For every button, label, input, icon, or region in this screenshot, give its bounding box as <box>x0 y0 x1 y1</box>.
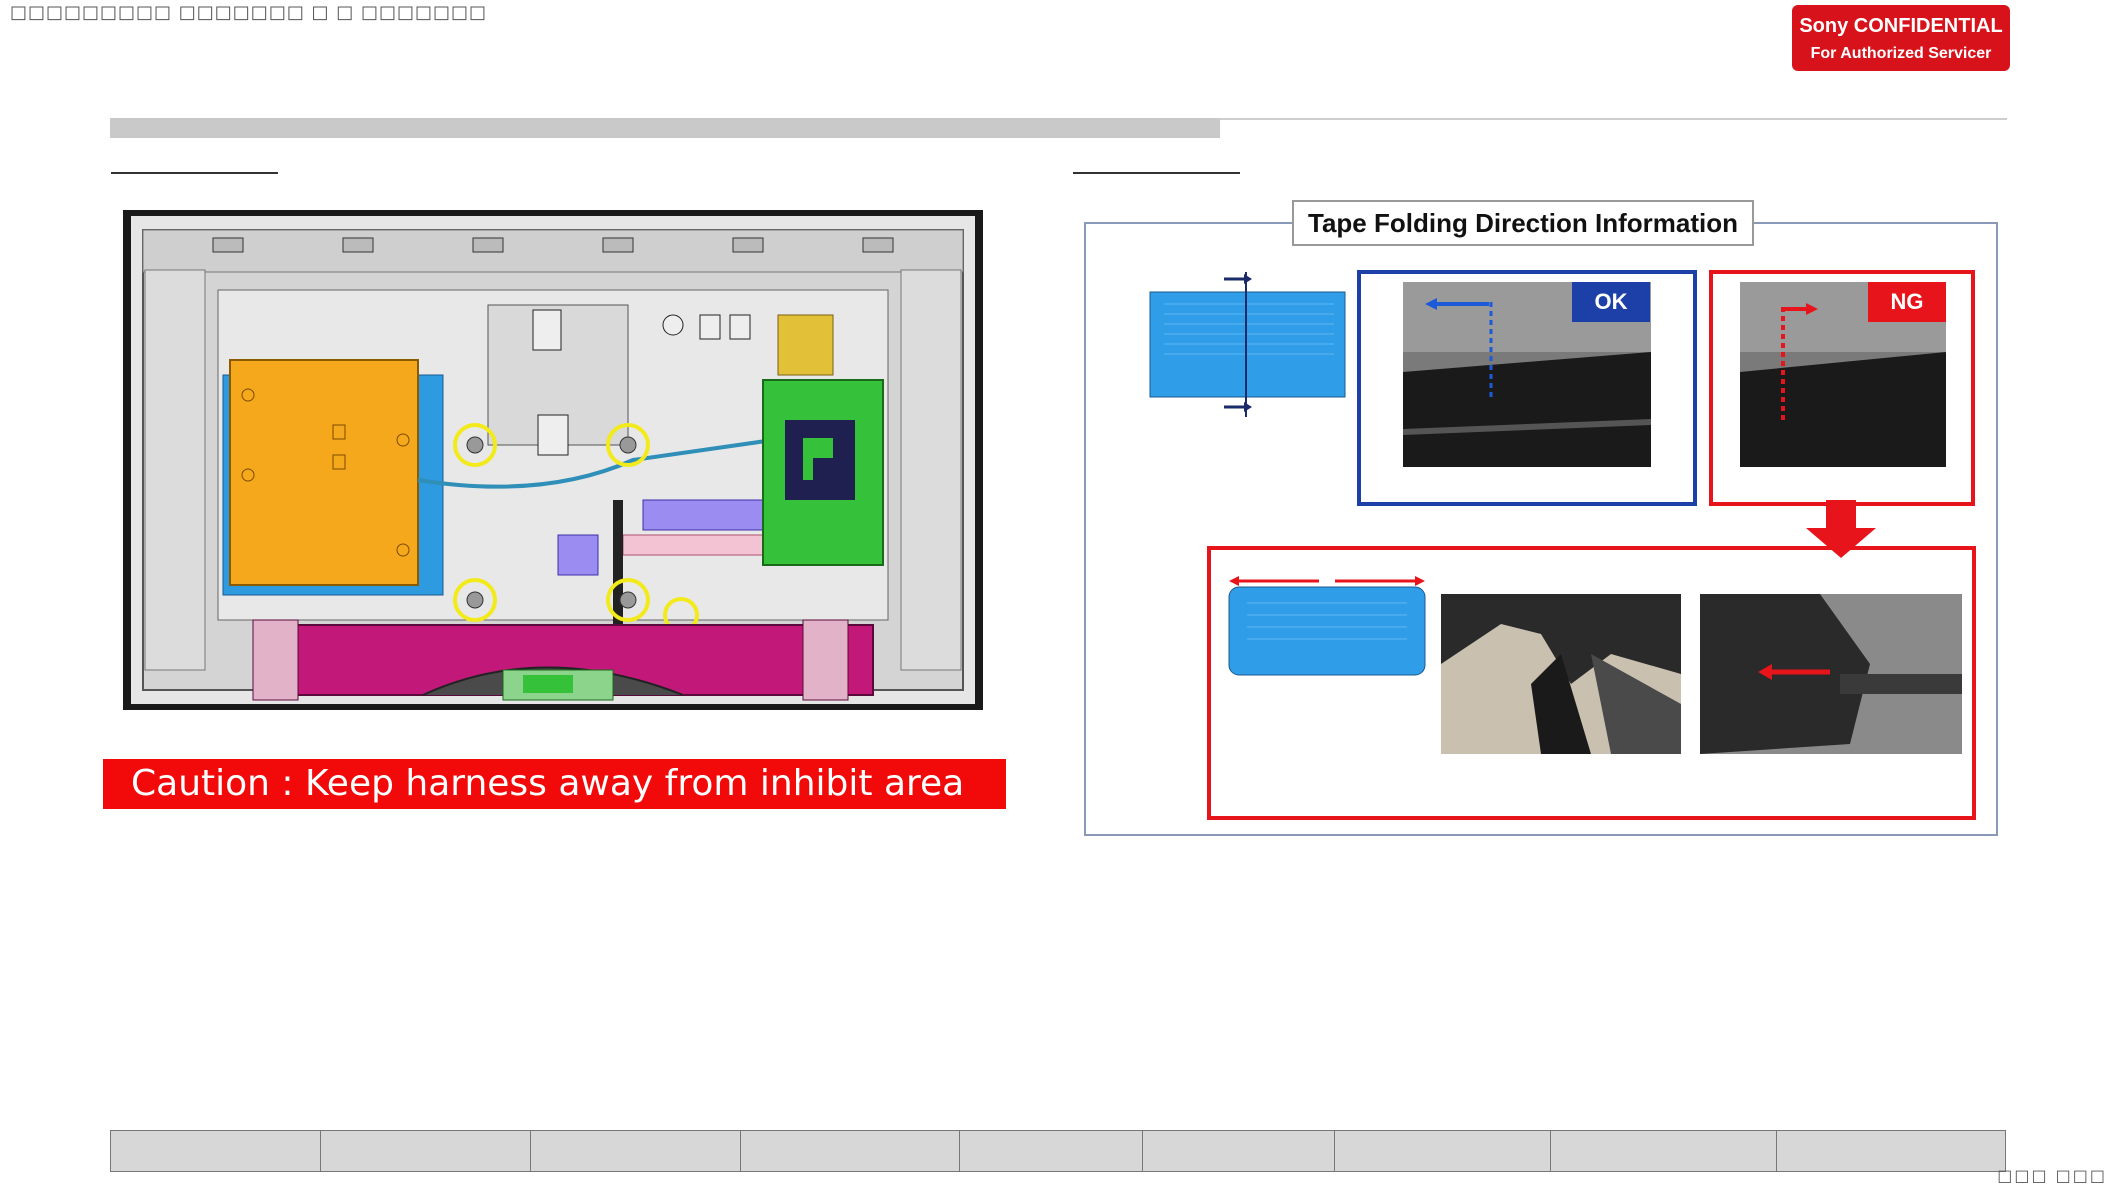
footer-cell <box>1776 1130 2006 1172</box>
footer-cell <box>1333 1130 1551 1172</box>
fold-step-diagram <box>1228 576 1426 676</box>
footer-cell <box>110 1130 321 1172</box>
caution-banner: Caution : Keep harness away from inhibit… <box>103 759 1006 809</box>
ng-label: NG <box>1868 282 1946 322</box>
tv-rear-diagram <box>123 210 983 710</box>
footer-cell <box>1549 1130 1778 1172</box>
confidential-line1: Sony CONFIDENTIAL <box>1799 15 2003 37</box>
title-bar <box>110 118 1220 138</box>
page-number: □□□ □□□ <box>1997 1166 2107 1185</box>
footer-table <box>110 1130 2006 1172</box>
document-title: □□□□□□□□□ □□□□□□□ □ □ □□□□□□□ <box>10 2 488 23</box>
footer-cell <box>529 1130 741 1172</box>
confidential-badge: Sony CONFIDENTIAL For Authorized Service… <box>1792 5 2010 71</box>
footer-cell <box>319 1130 531 1172</box>
footer-cell <box>959 1130 1143 1172</box>
fold-step-photo-1 <box>1441 594 1681 754</box>
ok-label: OK <box>1572 282 1650 322</box>
right-section-underline <box>1073 172 1240 174</box>
fold-step-photo-2 <box>1700 594 1962 754</box>
left-section-underline <box>111 172 278 174</box>
footer-cell <box>1141 1130 1335 1172</box>
confidential-line2: For Authorized Servicer <box>1810 45 1992 62</box>
footer-cell <box>739 1130 961 1172</box>
